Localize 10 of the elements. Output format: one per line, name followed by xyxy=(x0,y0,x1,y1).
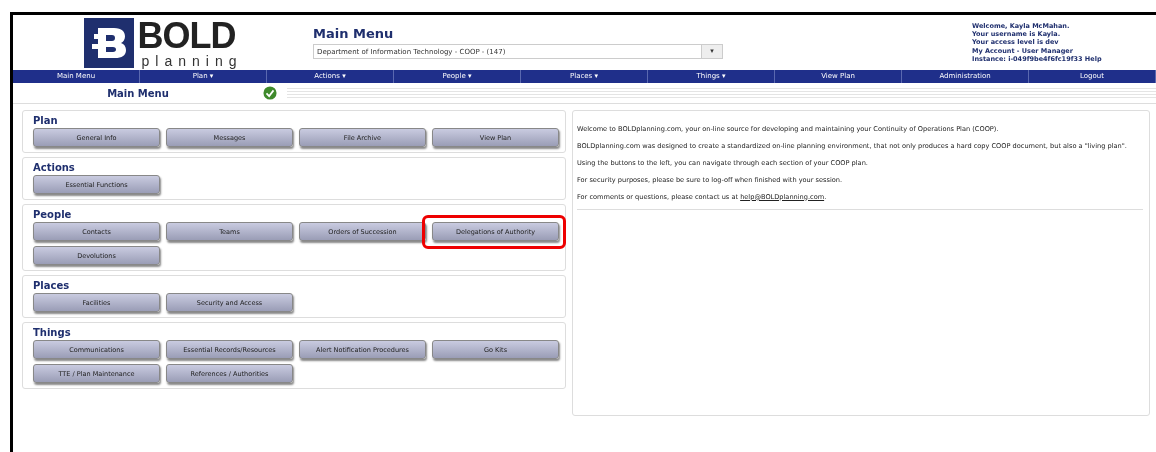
logo-icon xyxy=(83,17,134,68)
page-title: Main Menu xyxy=(313,26,395,41)
section-title: Places xyxy=(33,280,71,291)
logo-wordmark: BOLD xyxy=(137,17,237,54)
section-title: Plan xyxy=(33,115,59,126)
section-title: Actions xyxy=(33,162,76,173)
subheader-title: Main Menu xyxy=(106,87,170,99)
logo-tagline: planning xyxy=(141,53,243,68)
section-title: People xyxy=(33,209,73,220)
section-title: Things xyxy=(33,327,72,338)
